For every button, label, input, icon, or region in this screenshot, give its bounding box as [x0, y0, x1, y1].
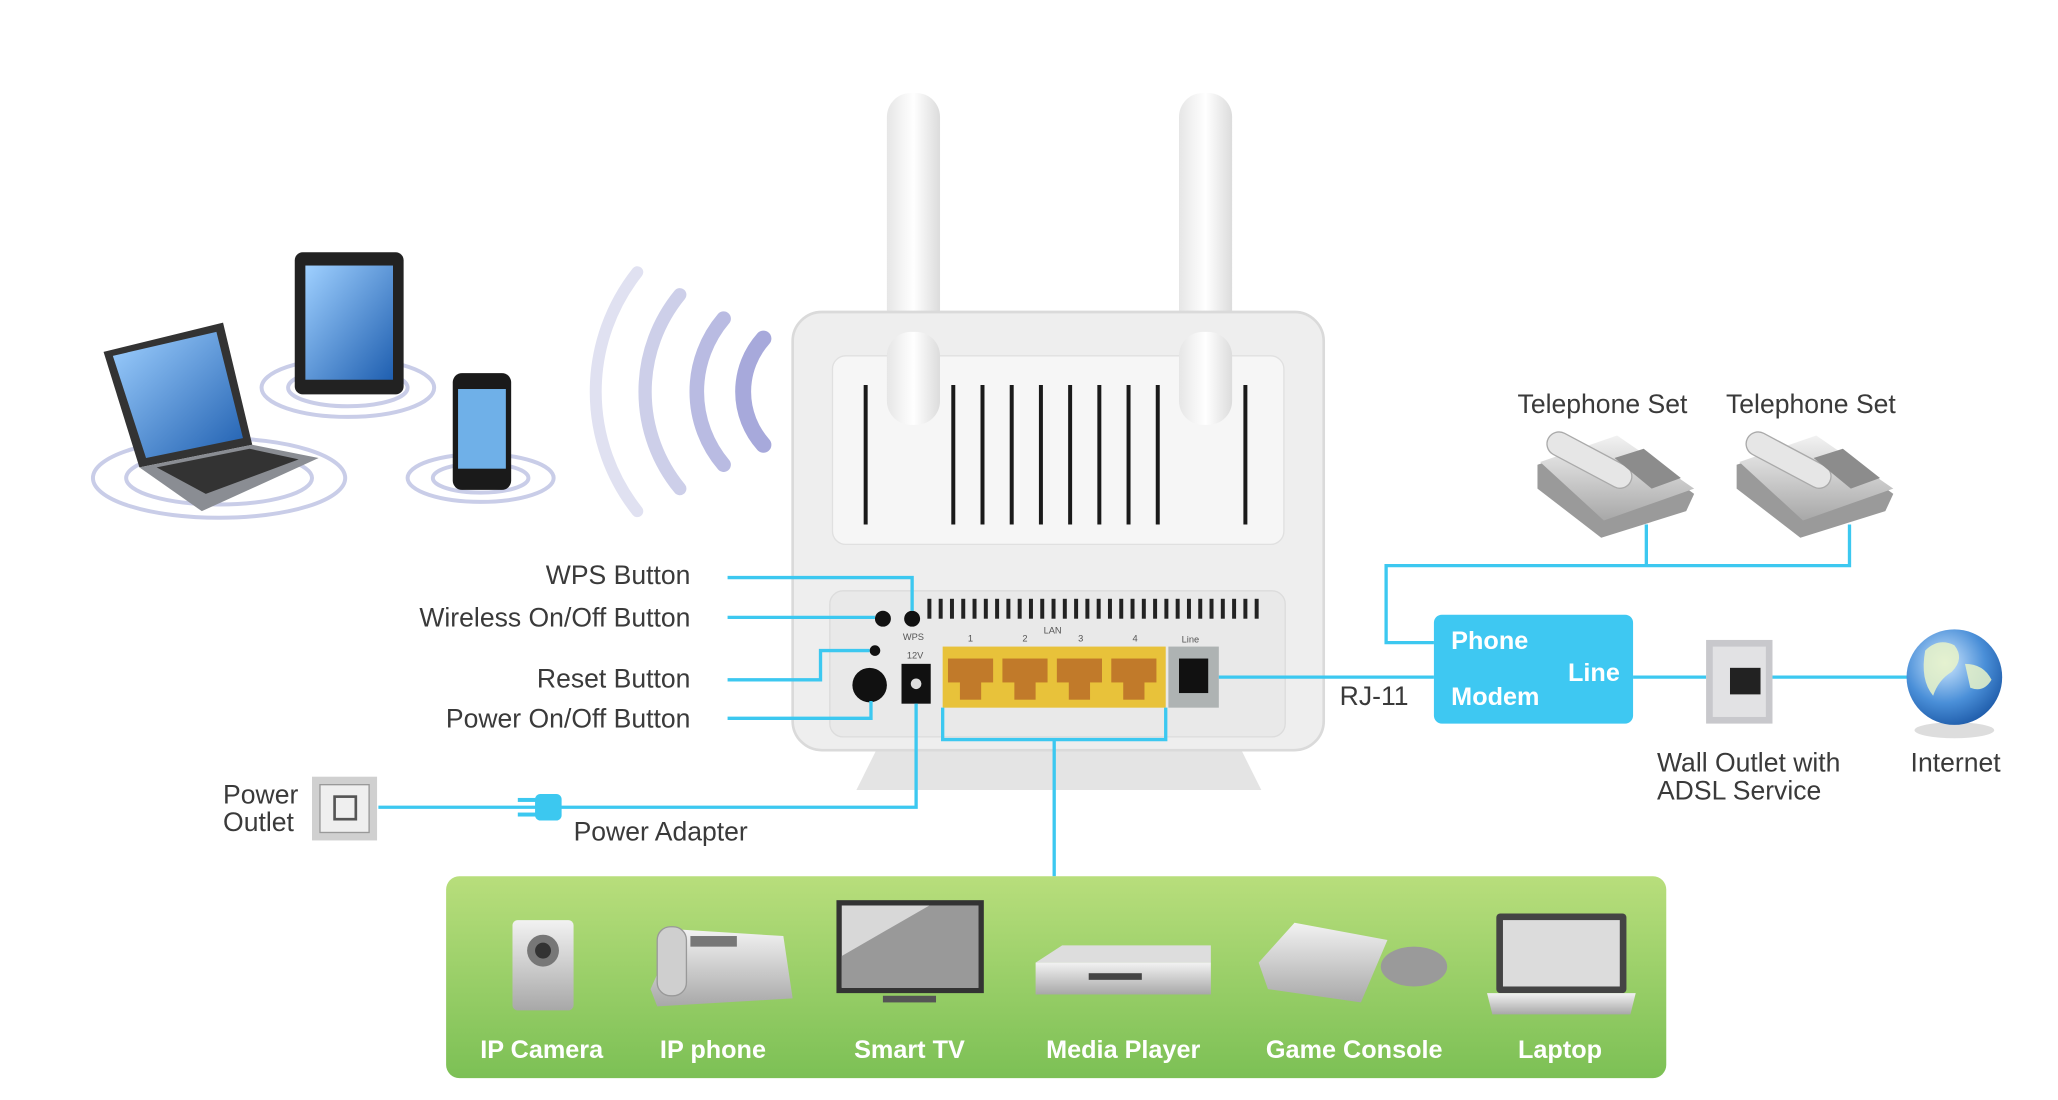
wps-button-label: WPS Button: [545, 561, 691, 591]
telephone-label-2: Telephone Set: [1726, 390, 1896, 420]
svg-text:12V: 12V: [907, 651, 924, 661]
telephone-icon: [1736, 431, 1894, 538]
lan-port-2: [1002, 658, 1048, 683]
ip-phone-icon: [650, 926, 793, 1007]
lan-device-label-media-player: Media Player: [1046, 1036, 1201, 1065]
lan-port-latch: [1068, 681, 1091, 700]
rj11-label: RJ-11: [1339, 682, 1409, 712]
network-diagram: WPS 12V LAN Line 1 2 3 4 WPS Button Wire…: [0, 0, 2058, 1099]
wireless-onoff-button[interactable]: [874, 610, 891, 627]
wireless-clients: [90, 252, 556, 520]
lan-device-label-laptop: Laptop: [1517, 1036, 1603, 1065]
wps-port-label: WPS: [903, 632, 924, 642]
power-outlet-label-1: Power: [223, 780, 299, 810]
lan-port-latch: [1123, 681, 1145, 700]
media-player-icon: [1035, 945, 1211, 995]
svg-text:2: 2: [1022, 633, 1027, 643]
smart-tv-icon: [836, 900, 984, 1003]
router: WPS 12V LAN Line 1 2 3 4: [791, 92, 1326, 790]
laptop-device-icon: [1487, 913, 1636, 1015]
lan-port-3: [1056, 658, 1102, 683]
lan-device-label-smart-tv: Smart TV: [854, 1036, 965, 1065]
wireless-button-label: Wireless On/Off Button: [419, 604, 691, 634]
tablet-icon: [294, 252, 404, 395]
reset-button[interactable]: [869, 645, 881, 656]
wall-outlet-icon: [1706, 639, 1773, 724]
ip-camera-icon: [512, 920, 574, 1011]
telephone-icon: [1537, 431, 1695, 538]
modem-phone-label: Phone: [1451, 628, 1529, 656]
power-onoff-button[interactable]: [852, 667, 887, 703]
wall-outlet-label-1: Wall Outlet with: [1656, 748, 1841, 779]
lan-device-label-game-console: Game Console: [1265, 1036, 1443, 1065]
svg-text:1: 1: [968, 633, 973, 643]
lan-device-label-ip-phone: IP phone: [659, 1036, 766, 1065]
svg-text:4: 4: [1133, 633, 1138, 643]
wall-outlet-label-2: ADSL Service: [1656, 776, 1822, 806]
smartphone-icon: [452, 373, 512, 490]
lan-port-latch: [959, 681, 982, 700]
svg-text:3: 3: [1078, 633, 1083, 643]
wps-button[interactable]: [904, 610, 921, 627]
lan-port-latch: [1014, 681, 1036, 700]
wifi-signal-icon: [589, 266, 772, 518]
telephone-label-1: Telephone Set: [1517, 390, 1688, 420]
svg-text:LAN: LAN: [1044, 625, 1062, 635]
power-adapter-label: Power Adapter: [573, 817, 748, 848]
diagram-art: WPS 12V LAN Line 1 2 3 4: [90, 92, 2003, 1079]
laptop-icon: [103, 322, 319, 512]
svg-text:Line: Line: [1182, 635, 1200, 645]
lan-port-1: [947, 658, 994, 683]
power-outlet-icon: [312, 776, 378, 841]
modem-line-label: Line: [1568, 659, 1620, 688]
reset-button-label: Reset Button: [536, 665, 691, 695]
globe-icon: [1906, 629, 2003, 739]
internet-label: Internet: [1910, 748, 2001, 779]
lan-port-4: [1111, 658, 1157, 683]
power-button-label: Power On/Off Button: [445, 705, 691, 735]
power-outlet-label-2: Outlet: [223, 808, 294, 838]
modem-modem-label: Modem: [1451, 683, 1540, 712]
